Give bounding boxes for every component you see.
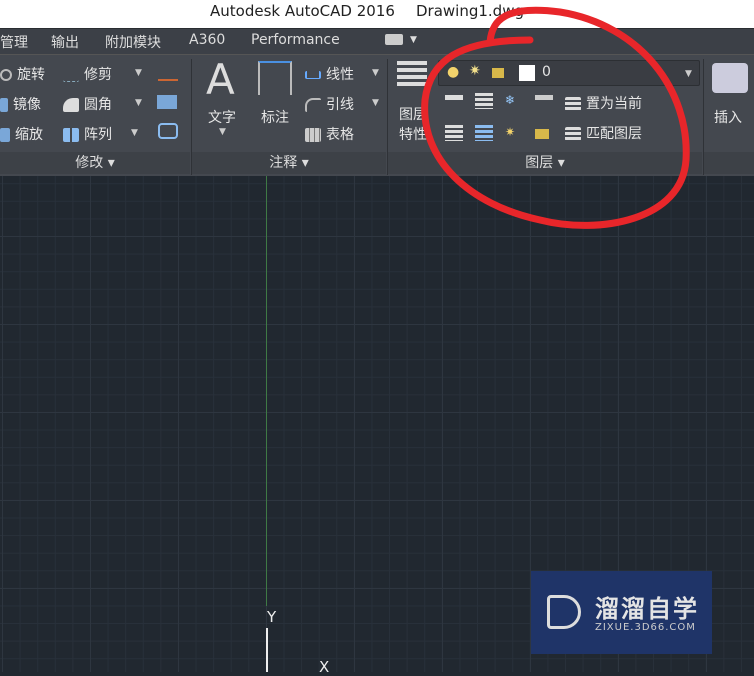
- red-circle-annotation: [421, 6, 690, 229]
